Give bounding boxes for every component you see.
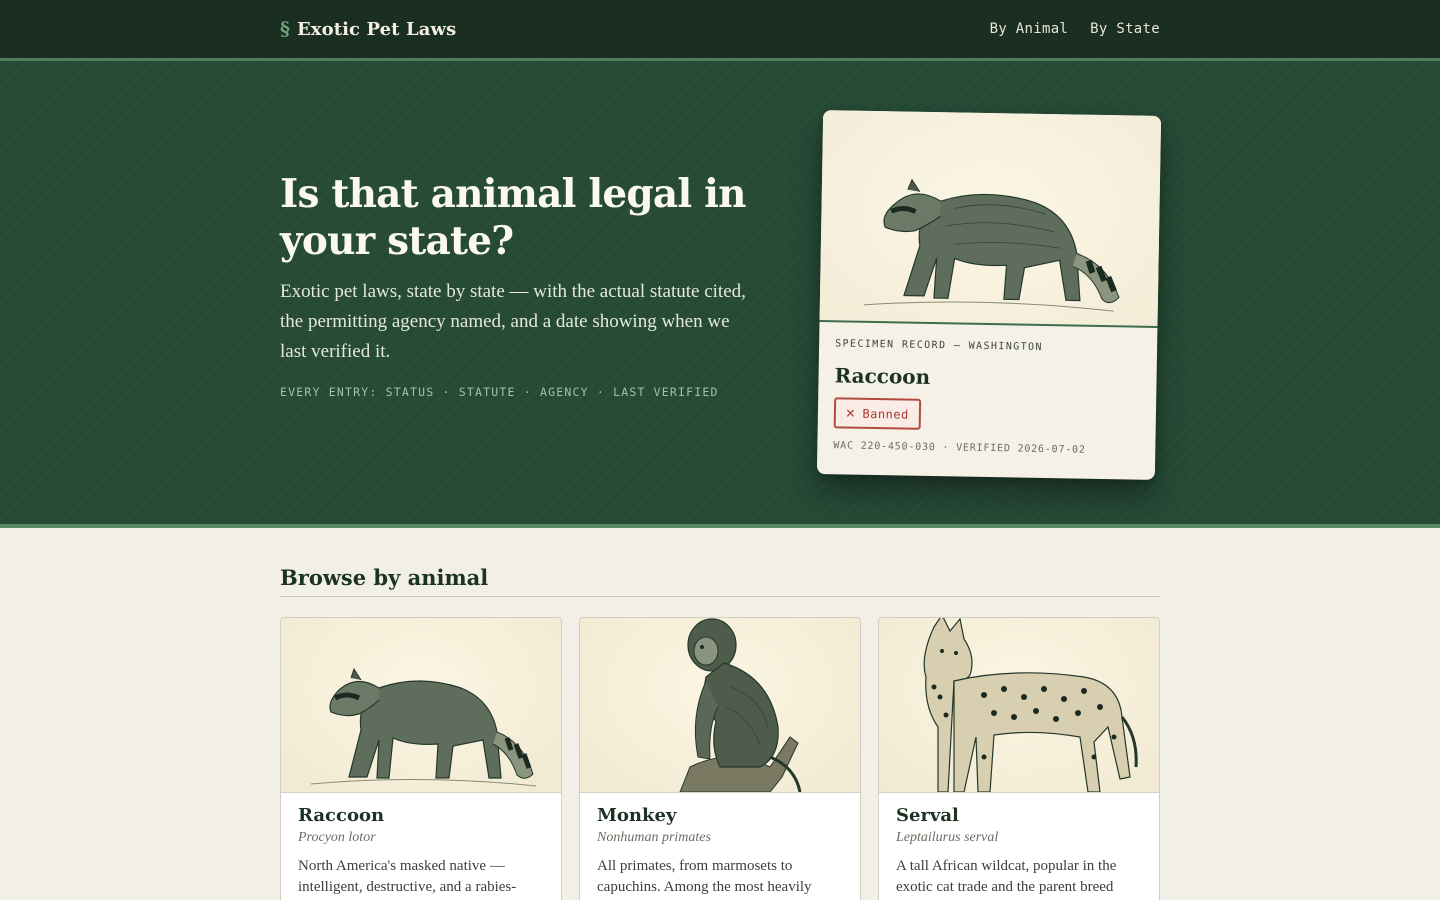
- raccoon-icon: [863, 178, 1120, 312]
- browse-section: Browse by animal Raccoon Procyon lotor N…: [280, 528, 1160, 900]
- card-illustration: [281, 618, 561, 793]
- specimen-animal: Raccoon: [834, 363, 931, 389]
- specimen-footer: WAC 220-450-030 · VERIFIED 2026-07-02: [833, 440, 1139, 456]
- nav-link-by-animal[interactable]: By Animal: [990, 21, 1069, 37]
- card-description: All primates, from marmosets to capuchin…: [597, 858, 812, 895]
- card-name: Monkey: [597, 805, 677, 826]
- serval-icon: [923, 618, 1138, 792]
- close-icon: ✕: [845, 403, 856, 422]
- specimen-statute: WAC 220-450-030: [833, 440, 936, 454]
- card-name: Raccoon: [298, 805, 385, 826]
- animal-card-raccoon[interactable]: Raccoon Procyon lotor North America's ma…: [280, 617, 562, 900]
- animal-card-monkey[interactable]: Monkey Nonhuman primates All primates, f…: [579, 617, 861, 900]
- card-description: A tall African wildcat, popular in the e…: [896, 858, 1117, 895]
- specimen-label: SPECIMEN RECORD — WASHINGTON: [835, 338, 1043, 353]
- animal-grid: Raccoon Procyon lotor North America's ma…: [280, 617, 1160, 900]
- hero-title: Is that animal legal in your state?: [280, 171, 747, 264]
- nav-links: By Animal By State: [990, 21, 1160, 37]
- specimen-card[interactable]: SPECIMEN RECORD — WASHINGTON Raccoon ✕ B…: [816, 110, 1162, 480]
- card-illustration: [879, 618, 1159, 793]
- card-scientific-name: Leptailurus serval: [896, 830, 999, 845]
- status-label: Banned: [862, 406, 909, 422]
- status-badge: ✕ Banned: [833, 397, 922, 430]
- animal-card-serval[interactable]: Serval Leptailurus serval A tall African…: [878, 617, 1160, 900]
- card-scientific-name: Nonhuman primates: [597, 830, 711, 845]
- specimen-verified: VERIFIED 2026-07-02: [956, 442, 1086, 456]
- top-nav: § Exotic Pet Laws By Animal By State: [0, 0, 1440, 61]
- card-illustration: [580, 618, 860, 793]
- section-mark-icon: §: [280, 18, 290, 40]
- brand-link[interactable]: § Exotic Pet Laws: [280, 18, 456, 40]
- hero: Is that animal legal in your state? Exot…: [0, 61, 1440, 528]
- browse-heading: Browse by animal: [280, 565, 1160, 597]
- nav-link-by-state[interactable]: By State: [1090, 21, 1160, 37]
- hero-text: Is that animal legal in your state? Exot…: [280, 171, 760, 399]
- card-description: North America's masked native — intellig…: [298, 858, 517, 895]
- card-scientific-name: Procyon lotor: [298, 830, 376, 845]
- nav-inner: § Exotic Pet Laws By Animal By State: [280, 0, 1160, 58]
- hero-subtitle: Exotic pet laws, state by state — with t…: [280, 281, 746, 362]
- raccoon-icon: [310, 667, 537, 787]
- brand-name: Exotic Pet Laws: [296, 18, 457, 40]
- monkey-icon: [679, 618, 802, 792]
- specimen-raccoon-illustration: [819, 110, 1162, 328]
- card-name: Serval: [896, 805, 959, 826]
- footer-separator: ·: [942, 442, 957, 454]
- hero-meta: EVERY ENTRY: STATUS · STATUTE · AGENCY ·…: [280, 385, 719, 399]
